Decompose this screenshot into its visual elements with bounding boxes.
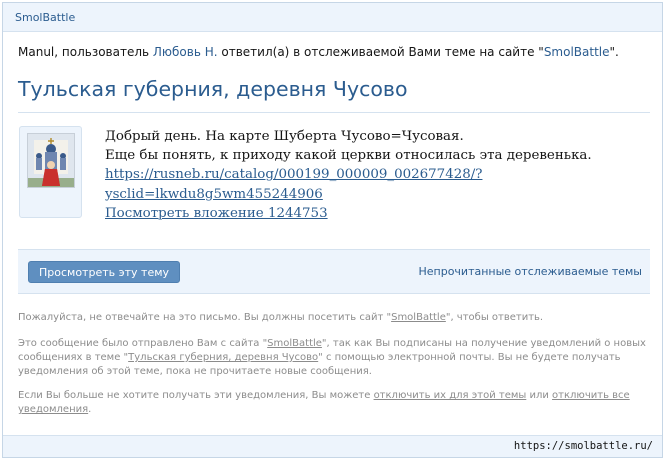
unsubscribe-all-link-continued[interactable]: уведомления — [18, 404, 88, 415]
avatar-image-icon — [28, 134, 74, 187]
unread-threads-link[interactable]: Непрочитанные отслеживаемые темы — [418, 265, 642, 278]
footer-unsubscribe-note: Если Вы больше не хотите получать эти ув… — [18, 390, 630, 415]
attachment-link[interactable]: Посмотреть вложение 1244753 — [105, 204, 650, 223]
catalog-link[interactable]: https://rusneb.ru/catalog/000199_000009_… — [105, 165, 650, 184]
view-thread-button[interactable]: Просмотреть эту тему — [28, 261, 181, 283]
footer-subscription-note: Это сообщение было отправлено Вам с сайт… — [18, 338, 646, 377]
avatar-container — [19, 126, 82, 218]
footer-site-link[interactable]: SmolBattle — [267, 338, 322, 349]
message-line: Еще бы понять, к приходу какой церкви от… — [105, 148, 592, 164]
site-name-link[interactable]: SmolBattle — [15, 11, 75, 24]
thread-title[interactable]: Тульская губерния, деревня Чусово — [18, 77, 408, 101]
message-line: Добрый день. На карте Шуберта Чусово=Чус… — [105, 129, 464, 144]
email-frame: SmolBattle Manul, пользователь Любовь Н.… — [2, 2, 663, 458]
footer-reply-note: Пожалуйста, не отвечайте на это письмо. … — [18, 312, 544, 323]
site-url-link[interactable]: https://smolbattle.ru/ — [514, 440, 653, 452]
footer-bar: https://smolbattle.ru/ — [3, 435, 662, 457]
catalog-link-continued[interactable]: ysclid=lkwdu8g5wm455244906 — [105, 185, 650, 204]
action-bar: Просмотреть эту тему Непрочитанные отсле… — [18, 249, 650, 294]
footer-thread-link[interactable]: Тульская губерния, деревня Чусово — [128, 352, 318, 363]
footer-site-link[interactable]: SmolBattle — [391, 312, 446, 323]
author-link[interactable]: Любовь Н. — [153, 45, 218, 59]
header-bar: SmolBattle — [3, 3, 662, 32]
recipient-name: Manul — [18, 45, 55, 59]
unsubscribe-thread-link[interactable]: отключить их для этой темы — [374, 390, 527, 401]
unsubscribe-all-link[interactable]: отключить все — [552, 390, 630, 401]
avatar[interactable] — [27, 133, 75, 188]
intro-text: Manul, пользователь Любовь Н. ответил(а)… — [18, 45, 619, 59]
site-link[interactable]: SmolBattle — [544, 45, 610, 59]
divider — [18, 112, 650, 113]
message-body: Добрый день. На карте Шуберта Чусово=Чус… — [105, 127, 650, 223]
